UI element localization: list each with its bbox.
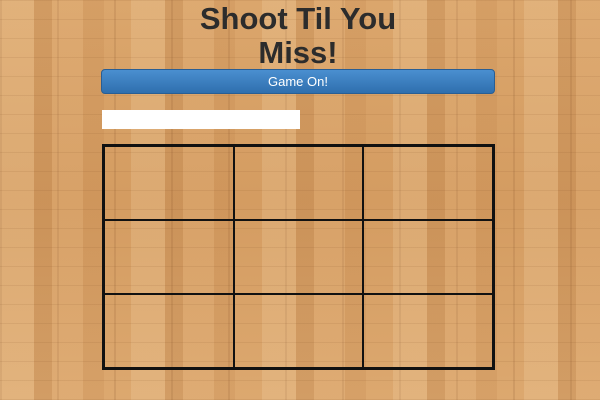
board-cell[interactable] (233, 294, 364, 368)
game-board (102, 144, 495, 370)
board-cell[interactable] (104, 220, 234, 294)
board-cell[interactable] (363, 294, 493, 368)
board-cell[interactable] (233, 220, 364, 294)
board-cell[interactable] (363, 146, 493, 220)
game-on-button[interactable]: Game On! (101, 69, 495, 94)
board-cell[interactable] (233, 146, 364, 220)
text-input[interactable] (102, 110, 300, 129)
board-cell[interactable] (104, 294, 234, 368)
board-cell[interactable] (363, 220, 493, 294)
game-title: Shoot Til You Miss! (100, 2, 496, 70)
board-cell[interactable] (104, 146, 234, 220)
game-title-line-2: Miss! (258, 35, 338, 70)
game-title-line-1: Shoot Til You (199, 1, 397, 36)
